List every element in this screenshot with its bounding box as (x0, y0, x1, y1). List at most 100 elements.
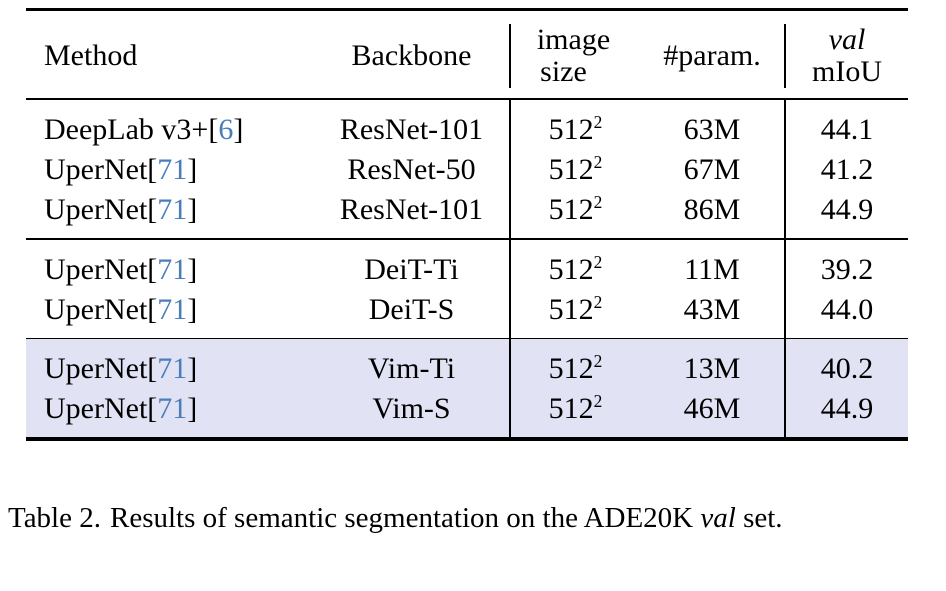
header-label-image-size-line2: size (540, 54, 587, 88)
pad-cell (509, 230, 640, 239)
citation-number[interactable]: 71 (157, 253, 187, 286)
citation-bracket-open: [ (147, 193, 158, 227)
image-size-base: 512 (548, 292, 594, 326)
pad-cell (784, 230, 908, 239)
cell-param: 13M (640, 349, 785, 390)
cell-image-size: 5122 (509, 190, 640, 231)
pad-cell (784, 100, 908, 111)
header-label-miou-line2: mIoU (812, 54, 882, 88)
pad-cell (26, 429, 314, 438)
image-size-base: 512 (548, 352, 594, 386)
cell-backbone: ResNet-101 (339, 193, 484, 227)
cell-method: UperNet[71] (26, 150, 314, 190)
pad-cell (314, 230, 510, 238)
cell-param: 86M (683, 193, 741, 227)
citation-number[interactable]: 71 (157, 193, 187, 226)
pad-cell (314, 339, 510, 350)
group-top-padding (26, 339, 908, 350)
table-row: UperNet[71] ResNet-50 5122 67M 41.2 (26, 150, 908, 191)
pad-cell (640, 230, 785, 238)
table-header: Method Backbone image size #param. val m… (26, 24, 908, 88)
image-size-base: 512 (548, 153, 594, 187)
table-figure-page: Method Backbone image size #param. val m… (0, 0, 946, 591)
citation-number[interactable]: 6 (218, 113, 233, 146)
image-size-base: 512 (548, 193, 594, 227)
cell-miou: 44.9 (784, 190, 908, 231)
citation-bracket-close: ] (233, 113, 244, 147)
citation-bracket-open: [ (147, 352, 158, 386)
citation-bracket-open: [ (147, 292, 158, 326)
cell-miou: 44.0 (784, 289, 908, 330)
cell-method: UperNet[71] (26, 190, 314, 230)
header-label-backbone: Backbone (351, 38, 472, 72)
citation-bracket-close: ] (187, 193, 198, 227)
header-label-miou: val mIoU (786, 24, 908, 88)
caption-text-after-italic: set. (743, 502, 783, 534)
header-label-image-size-line1: image (536, 23, 611, 56)
group-top-padding (26, 239, 908, 250)
pad-cell (509, 239, 640, 250)
cell-image-size: 5122 (509, 349, 640, 390)
image-size-exponent: 2 (593, 112, 603, 133)
citation-bracket-close: ] (187, 153, 198, 187)
header-cell-param: #param. (640, 24, 785, 88)
pad-cell (784, 329, 908, 338)
pad-cell (314, 240, 510, 250)
cell-image-size: 5122 (509, 110, 640, 151)
cell-backbone: Vim-S (314, 389, 510, 430)
caption-label: Table 2. (8, 502, 101, 534)
citation-number[interactable]: 71 (157, 352, 187, 385)
cell-miou: 40.2 (784, 349, 908, 390)
spacer-above-header-rule (26, 88, 908, 98)
image-size-exponent: 2 (593, 291, 603, 312)
citation-bracket-open: [ (147, 252, 158, 286)
table-row: UperNet[71] DeiT-S 5122 43M 44.0 (26, 289, 908, 330)
citation-bracket-open: [ (208, 113, 219, 147)
image-size-exponent: 2 (593, 251, 603, 272)
method-name: UperNet (44, 252, 148, 286)
pad-cell (314, 330, 510, 338)
citation-number[interactable]: 71 (157, 392, 187, 425)
pad-cell (640, 100, 785, 110)
pad-cell (509, 100, 640, 111)
cell-method: UperNet[71] (26, 290, 314, 330)
cell-method: DeepLab v3+[6] (26, 110, 314, 150)
image-size-exponent: 2 (593, 351, 603, 372)
caption-text-before-italic: Results of semantic segmentation on the … (110, 502, 694, 534)
pad-cell (509, 339, 640, 350)
image-size-base: 512 (548, 392, 594, 426)
cell-param: 11M (684, 252, 740, 286)
table-row-highlighted: UperNet[71] Vim-Ti 5122 13M 40.2 (26, 349, 908, 390)
cell-miou: 44.9 (784, 389, 908, 430)
pad-cell (26, 100, 314, 110)
citation-bracket-close: ] (187, 352, 198, 386)
citation-bracket-open: [ (147, 153, 158, 187)
group-bottom-padding (26, 230, 908, 239)
cell-image-size: 5122 (509, 249, 640, 290)
cell-image-size: 5122 (509, 289, 640, 330)
cell-param: 63M (683, 113, 741, 147)
header-cell-backbone: Backbone (314, 24, 510, 88)
method-name: UperNet (44, 193, 148, 227)
cell-backbone: ResNet-50 (347, 153, 476, 187)
method-name: UperNet (44, 392, 148, 426)
spacer-below-top-rule (26, 11, 908, 24)
citation-number[interactable]: 71 (157, 153, 187, 186)
citation-bracket-close: ] (187, 252, 198, 286)
pad-cell (509, 329, 640, 338)
citation-number[interactable]: 71 (157, 293, 187, 326)
cell-backbone: DeiT-S (368, 292, 455, 326)
pad-cell (784, 339, 908, 350)
method-name: DeepLab v3+ (44, 113, 209, 147)
table-bottom-rule (26, 437, 908, 442)
table-group-deit-backbones: UperNet[71] DeiT-Ti 5122 11M 39.2 UperNe… (26, 239, 908, 338)
results-table-container: Method Backbone image size #param. val m… (26, 8, 908, 442)
citation-bracket-open: [ (147, 392, 158, 426)
pad-cell (640, 240, 785, 250)
pad-cell (640, 429, 785, 438)
header-cell-miou: val mIoU (784, 24, 908, 88)
pad-cell (26, 339, 314, 350)
cell-backbone: DeiT-Ti (364, 252, 459, 286)
pad-cell (640, 339, 785, 350)
cell-miou: 41.2 (784, 150, 908, 191)
